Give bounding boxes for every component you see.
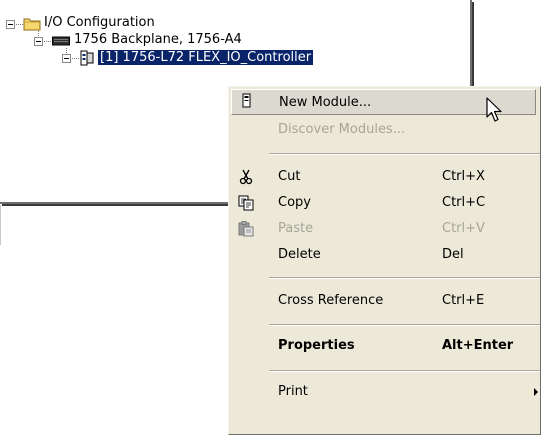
collapse-controller-icon[interactable] [62, 54, 71, 63]
module-icon [242, 93, 251, 108]
controller-icon [80, 50, 94, 66]
tree-item-backplane[interactable]: 1756 Backplane, 1756-A4 [74, 32, 242, 47]
menu-label: Copy [278, 195, 311, 210]
menu-item-delete[interactable]: Delete Del [229, 242, 540, 268]
collapse-io-configuration-icon[interactable] [6, 20, 15, 29]
menu-shortcut: Ctrl+E [442, 293, 485, 308]
menu-shortcut: Alt+Enter [442, 338, 514, 353]
folder-icon [23, 18, 41, 31]
paste-icon [238, 221, 254, 237]
menu-separator [269, 324, 540, 326]
scissors-icon [239, 169, 253, 185]
panel-edge [0, 205, 1, 245]
menu-label: Delete [278, 247, 321, 262]
menu-item-properties[interactable]: Properties Alt+Enter [229, 333, 540, 359]
menu-label: New Module... [279, 95, 372, 110]
menu-shortcut: Ctrl+C [442, 195, 486, 210]
menu-shortcut: Del [442, 247, 464, 262]
menu-label: Cut [278, 169, 301, 184]
submenu-arrow-icon [534, 388, 538, 396]
copy-icon [238, 195, 254, 211]
menu-shortcut: Ctrl+V [442, 221, 485, 236]
menu-label: Discover Modules... [278, 122, 406, 137]
menu-separator [269, 370, 540, 372]
tree-item-io-configuration[interactable]: I/O Configuration [44, 15, 155, 30]
context-menu: New Module... Discover Modules... Cut Ct… [228, 86, 541, 435]
backplane-icon [52, 36, 70, 46]
mouse-pointer-icon [486, 97, 502, 122]
menu-shortcut: Ctrl+X [442, 169, 485, 184]
menu-label: Paste [278, 221, 314, 236]
menu-item-cut[interactable]: Cut Ctrl+X [229, 164, 540, 190]
tree-item-controller[interactable]: [1] 1756-L72 FLEX_IO_Controller [96, 49, 315, 66]
menu-label: Properties [278, 338, 355, 353]
menu-item-print[interactable]: Print [229, 379, 540, 405]
menu-item-paste[interactable]: Paste Ctrl+V [229, 216, 540, 242]
menu-item-cross-reference[interactable]: Cross Reference Ctrl+E [229, 288, 540, 314]
menu-item-copy[interactable]: Copy Ctrl+C [229, 190, 540, 216]
menu-label: Cross Reference [278, 293, 384, 308]
menu-separator [269, 277, 540, 279]
menu-separator [269, 153, 540, 155]
menu-label: Print [278, 384, 308, 399]
collapse-backplane-icon[interactable] [34, 37, 43, 46]
